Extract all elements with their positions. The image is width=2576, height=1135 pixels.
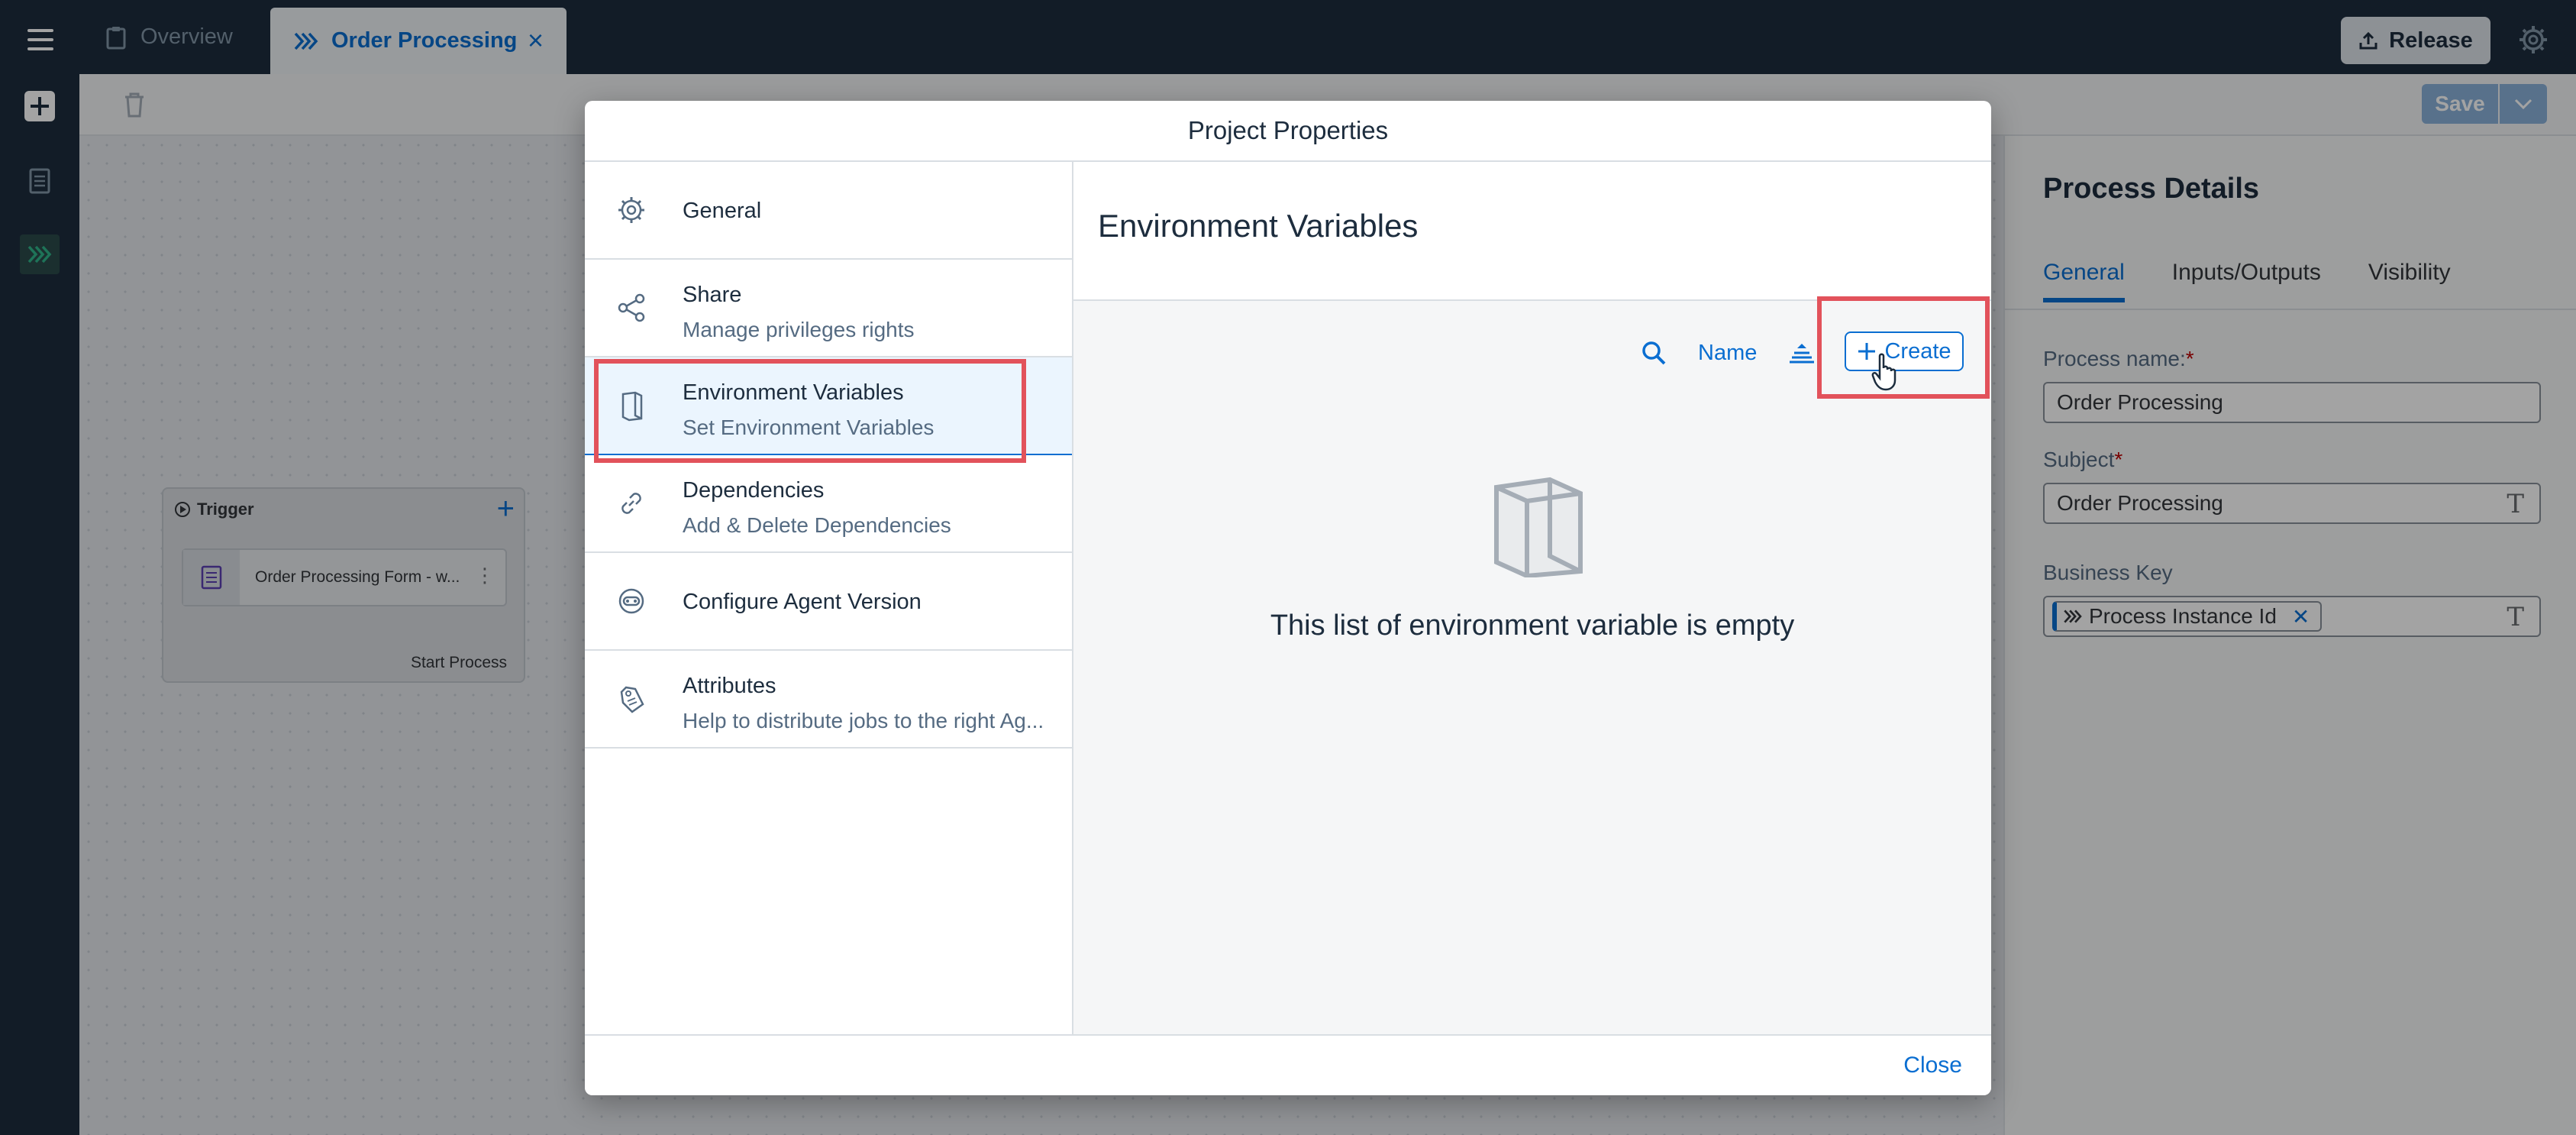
properties-nav: General Share Manage privileges rights E… (585, 162, 1073, 1034)
empty-list-message: This list of environment variable is emp… (1270, 610, 1795, 642)
nav-item-label: Configure Agent Version (683, 590, 922, 614)
nav-item-general[interactable]: General (585, 162, 1072, 260)
content-header: Environment Variables (1073, 162, 1991, 301)
robot-icon (618, 588, 644, 614)
nav-item-attributes[interactable]: Attributes Help to distribute jobs to th… (585, 651, 1072, 749)
content-title: Environment Variables (1098, 208, 1419, 244)
environment-variables-content: Environment Variables Name Create This l… (1073, 162, 1991, 1034)
highlight-box-environment-variables (594, 359, 1026, 463)
dialog-title: Project Properties (585, 101, 1991, 162)
nav-item-subtitle: Help to distribute jobs to the right Ag.… (683, 709, 1044, 732)
tag-icon (620, 686, 644, 713)
gear-icon (618, 197, 644, 223)
sort-by-name[interactable]: Name (1698, 341, 1757, 366)
hand-cursor-icon (1871, 353, 1896, 391)
nav-item-dependencies[interactable]: Dependencies Add & Delete Dependencies (585, 455, 1072, 553)
nav-item-subtitle: Add & Delete Dependencies (683, 513, 951, 537)
nav-item-label: General (683, 199, 762, 223)
close-button[interactable]: Close (1903, 1053, 1962, 1078)
link-icon (621, 493, 641, 514)
nav-item-label: Attributes (683, 674, 776, 698)
project-properties-dialog: Project Properties General Share Manage … (585, 101, 1991, 1095)
nav-item-share[interactable]: Share Manage privileges rights (585, 260, 1072, 357)
highlight-box-create (1817, 296, 1990, 399)
nav-item-label: Share (683, 283, 742, 307)
empty-document-icon (1494, 477, 1583, 577)
sort-icon[interactable] (1787, 338, 1817, 368)
nav-item-subtitle: Manage privileges rights (683, 318, 915, 341)
nav-item-label: Dependencies (683, 478, 825, 503)
nav-item-configure-agent-version[interactable]: Configure Agent Version (585, 553, 1072, 651)
dialog-footer: Close (585, 1034, 1991, 1095)
share-icon (618, 293, 645, 322)
search-icon[interactable] (1638, 338, 1669, 368)
